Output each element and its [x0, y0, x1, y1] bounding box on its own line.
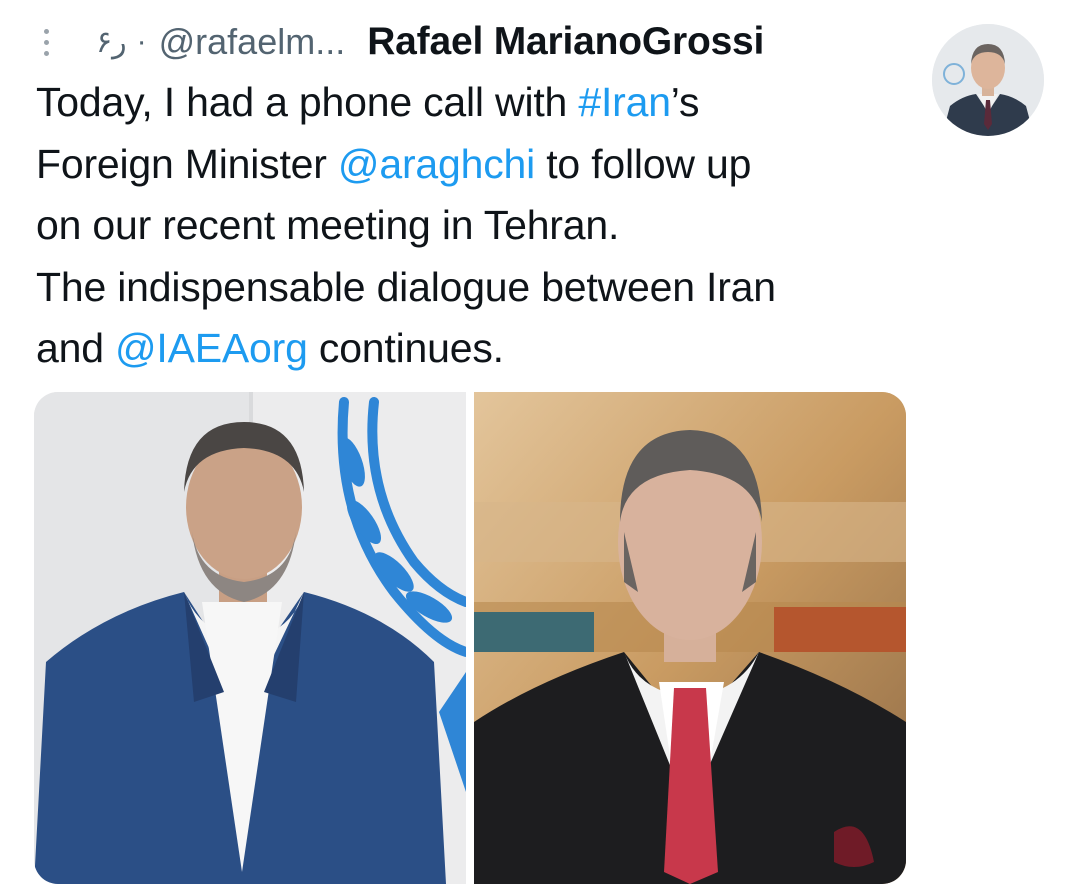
tweet-text-line: Foreign Minister @araghchi to follow up [36, 134, 916, 196]
text-segment: and [36, 325, 115, 371]
tweet-text-line: on our recent meeting in Tehran. [36, 195, 916, 257]
user-display-name[interactable]: Rafael MarianoGrossi [367, 20, 764, 64]
mention-link-araghchi[interactable]: @araghchi [338, 141, 535, 187]
media-photo-right[interactable] [474, 392, 906, 884]
tweet-timestamp[interactable]: ۶ر [96, 25, 127, 60]
text-segment: Today, I had a phone call with [36, 79, 579, 125]
tweet-text-line: The indispensable dialogue between Iran [36, 257, 916, 319]
text-segment: ’s [670, 79, 700, 125]
tweet-header: ۶ر · @rafaelm... Rafael MarianoGrossi [36, 14, 916, 70]
text-segment: continues. [307, 325, 504, 371]
tweet-text-line: and @IAEAorg continues. [36, 318, 916, 380]
tweet-text: Today, I had a phone call with #Iran’s F… [36, 72, 916, 380]
user-handle[interactable]: @rafaelm... [159, 21, 346, 63]
text-segment: on our recent meeting in Tehran. [36, 202, 620, 248]
hashtag-link-iran[interactable]: #Iran [578, 79, 671, 125]
mention-link-iaeaorg[interactable]: @IAEAorg [115, 325, 308, 371]
media-photo-left[interactable] [34, 392, 466, 884]
text-segment: Foreign Minister [36, 140, 338, 187]
tweet-media-grid [34, 392, 906, 884]
text-segment: to follow up [535, 140, 752, 187]
header-separator: · [136, 25, 147, 58]
avatar[interactable] [932, 24, 1044, 136]
text-segment: The indispensable dialogue between Iran [36, 263, 776, 310]
tweet-text-line: Today, I had a phone call with #Iran’s [36, 72, 916, 134]
more-vertical-icon[interactable] [36, 20, 56, 64]
